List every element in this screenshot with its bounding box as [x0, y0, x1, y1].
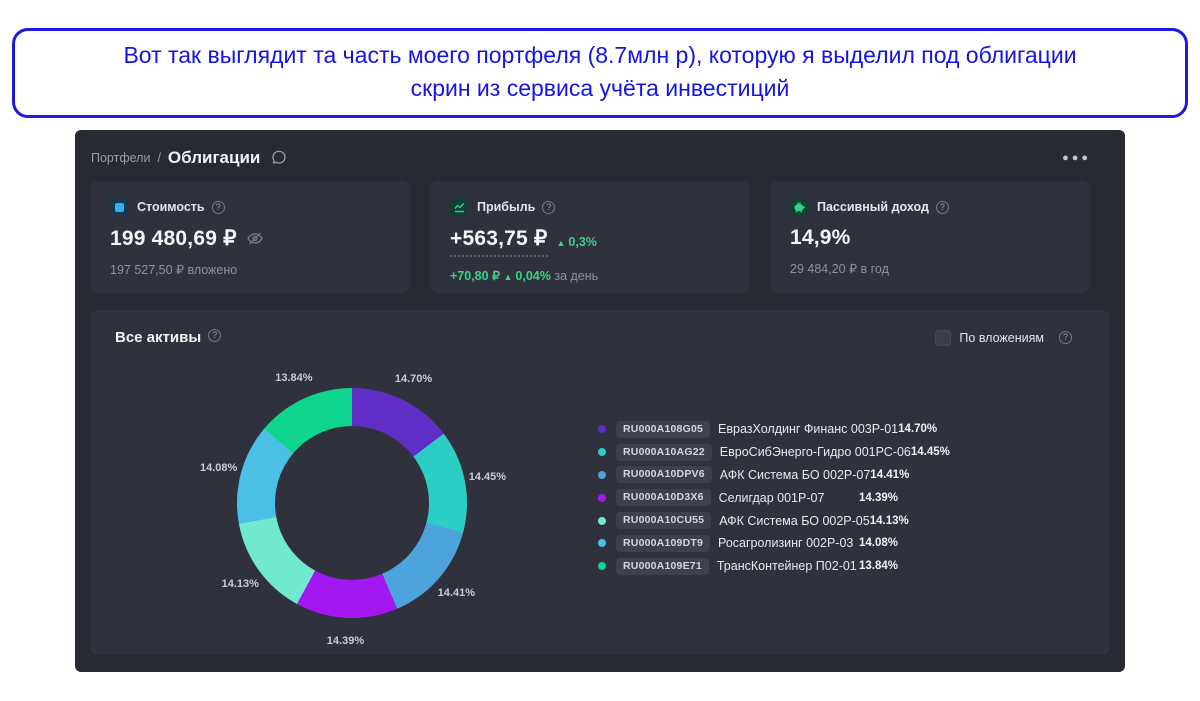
legend-color-dot	[598, 562, 606, 571]
legend-color-dot	[598, 493, 606, 502]
chart-percent-label: 14.45%	[468, 470, 507, 483]
more-menu-button[interactable]: ●●●	[1058, 148, 1095, 168]
portfolio-value: 199 480,69 ₽	[110, 227, 237, 250]
passive-income-label: Пассивный доход	[817, 200, 929, 214]
legend-color-dot	[598, 539, 606, 548]
chart-percent-label: 14.70%	[394, 373, 433, 386]
profit-day-row: +70,80 ₽ ▲ 0,04% за день	[450, 268, 730, 283]
assets-card: Все активы ? По вложениям ? 14.70% 14.45%…	[90, 310, 1110, 655]
legend-row[interactable]: RU000A10AG22 ЕвроСибЭнерго-Гидро 001РС-06…	[598, 441, 950, 464]
ticker-badge: RU000A109DT9	[616, 534, 711, 552]
profit-day-pct: 0,04%	[515, 269, 551, 283]
caption-banner: Вот так выглядит та часть моего портфеля…	[12, 28, 1188, 118]
profit-day-amount: +70,80 ₽	[450, 269, 501, 283]
profit-total-delta-pct: 0,3%	[568, 234, 597, 249]
asset-percent: 14.41%	[870, 468, 910, 481]
legend-row[interactable]: RU000A10D3X6 Селигдар 001Р-07 14.39%	[598, 486, 898, 509]
ticker-badge: RU000A10DPV6	[616, 466, 712, 484]
asset-percent: 14.08%	[858, 537, 898, 550]
assets-title: Все активы	[115, 329, 202, 346]
asset-name: ЕвразХолдинг Финанс 003Р-01	[718, 422, 899, 437]
legend-row[interactable]: RU000A108G05 ЕвразХолдинг Финанс 003Р-01 1…	[598, 418, 937, 441]
assets-title-wrap: Все активы ?	[115, 329, 222, 346]
portfolio-panel: Портфели / Облигации ●●● Стоимость ? 199…	[75, 130, 1125, 672]
legend-row[interactable]: RU000A109DT9 Росагролизинг 002Р-03 14.08%	[598, 532, 898, 555]
passive-income-card: Пассивный доход ? 14,9% 29 484,20 ₽ в го…	[770, 181, 1090, 293]
asset-percent: 14.45%	[910, 446, 950, 459]
legend-row[interactable]: RU000A10CU55 АФК Система БО 002Р-05 14.13%	[598, 509, 909, 532]
help-icon[interactable]: ?	[1059, 331, 1072, 344]
asset-name: АФК Система БО 002Р-05	[719, 513, 870, 528]
legend-color-dot	[598, 470, 606, 479]
breadcrumb-portfolios-link[interactable]: Портфели	[91, 151, 150, 165]
profit-icon	[450, 198, 468, 216]
asset-name: Селигдар 001Р-07	[718, 490, 825, 505]
passive-income-yearly: 29 484,20 ₽ в год	[790, 262, 889, 276]
asset-name: АФК Система БО 002Р-07	[719, 467, 871, 482]
profit-total-delta: ▲ 0,3%	[557, 233, 597, 251]
profit-card-label: Прибыль	[477, 200, 536, 214]
profit-card: Прибыль ? +563,75 ₽ ▲ 0,3% +70,80 ₽ ▲ 0,04…	[430, 181, 750, 293]
invested-amount: 197 527,50 ₽ вложено	[110, 263, 238, 277]
help-icon[interactable]: ?	[542, 200, 556, 214]
asset-percent: 14.13%	[869, 514, 909, 527]
asset-percent: 14.39%	[858, 491, 898, 504]
asset-percent: 14.70%	[898, 423, 938, 436]
ticker-badge: RU000A10D3X6	[616, 489, 711, 507]
profit-value[interactable]: +563,75 ₽	[450, 226, 548, 257]
legend-color-dot	[598, 425, 606, 434]
chart-percent-label: 14.13%	[221, 578, 259, 590]
chart-percent-label: 14.41%	[437, 587, 475, 600]
ticker-badge: RU000A109E71	[616, 557, 709, 575]
arrow-up-icon: ▲	[556, 237, 566, 248]
asset-name: Росагролизинг 002Р-03	[718, 536, 854, 551]
help-icon[interactable]: ?	[208, 329, 222, 342]
ticker-badge: RU000A10CU55	[616, 512, 712, 530]
by-investment-toggle: По вложениям ?	[935, 329, 1072, 346]
chart-percent-label: 14.08%	[199, 461, 238, 474]
value-icon	[110, 198, 128, 216]
piggy-bank-icon	[790, 198, 808, 216]
legend-color-dot	[598, 516, 606, 525]
legend-row[interactable]: RU000A109E71 ТрансКонтейнер П02-01 13.84%	[598, 555, 898, 578]
profit-day-suffix: за день	[554, 269, 599, 283]
asset-name: ТрансКонтейнер П02-01	[716, 559, 857, 574]
help-icon[interactable]: ?	[211, 200, 225, 214]
passive-income-value: 14,9%	[790, 226, 851, 249]
help-icon[interactable]: ?	[935, 200, 949, 214]
donut-hole	[275, 426, 429, 580]
value-card: Стоимость ? 199 480,69 ₽ 197 527,50 ₽ вл…	[90, 181, 410, 293]
page-title: Облигации	[167, 147, 261, 167]
ticker-badge: RU000A10AG22	[616, 443, 712, 461]
ticker-badge: RU000A108G05	[616, 420, 711, 438]
chart-percent-label: 13.84%	[275, 371, 313, 384]
arrow-up-icon: ▲	[503, 272, 513, 282]
breadcrumb-separator: /	[157, 150, 161, 165]
donut-chart: 14.70% 14.45% 14.41% 14.39% 14.13% 14.08% 13.8…	[200, 372, 506, 647]
caption-line2: скрин из сервиса учёта инвестиций	[410, 75, 790, 101]
chart-legend: RU000A108G05 ЕвразХолдинг Финанс 003Р-01 1…	[598, 418, 950, 578]
legend-row[interactable]: RU000A10DPV6 АФК Система БО 002Р-07 14.41%	[598, 464, 909, 487]
asset-name: ЕвроСибЭнерго-Гидро 001РС-06	[719, 445, 911, 460]
panel-header: Портфели / Облигации ●●●	[75, 130, 1125, 170]
caption-line1: Вот так выглядит та часть моего портфеля…	[123, 42, 1077, 68]
by-investment-checkbox[interactable]	[935, 329, 952, 346]
chart-percent-label: 14.39%	[326, 634, 365, 647]
stats-row: Стоимость ? 199 480,69 ₽ 197 527,50 ₽ вл…	[75, 170, 1125, 293]
asset-percent: 13.84%	[858, 560, 898, 573]
breadcrumb: Портфели / Облигации	[91, 148, 287, 168]
comment-icon[interactable]	[271, 150, 287, 166]
by-investment-label: По вложениям	[959, 330, 1044, 345]
hide-value-icon[interactable]	[246, 231, 264, 246]
value-card-label: Стоимость	[137, 200, 205, 214]
legend-color-dot	[598, 448, 606, 457]
